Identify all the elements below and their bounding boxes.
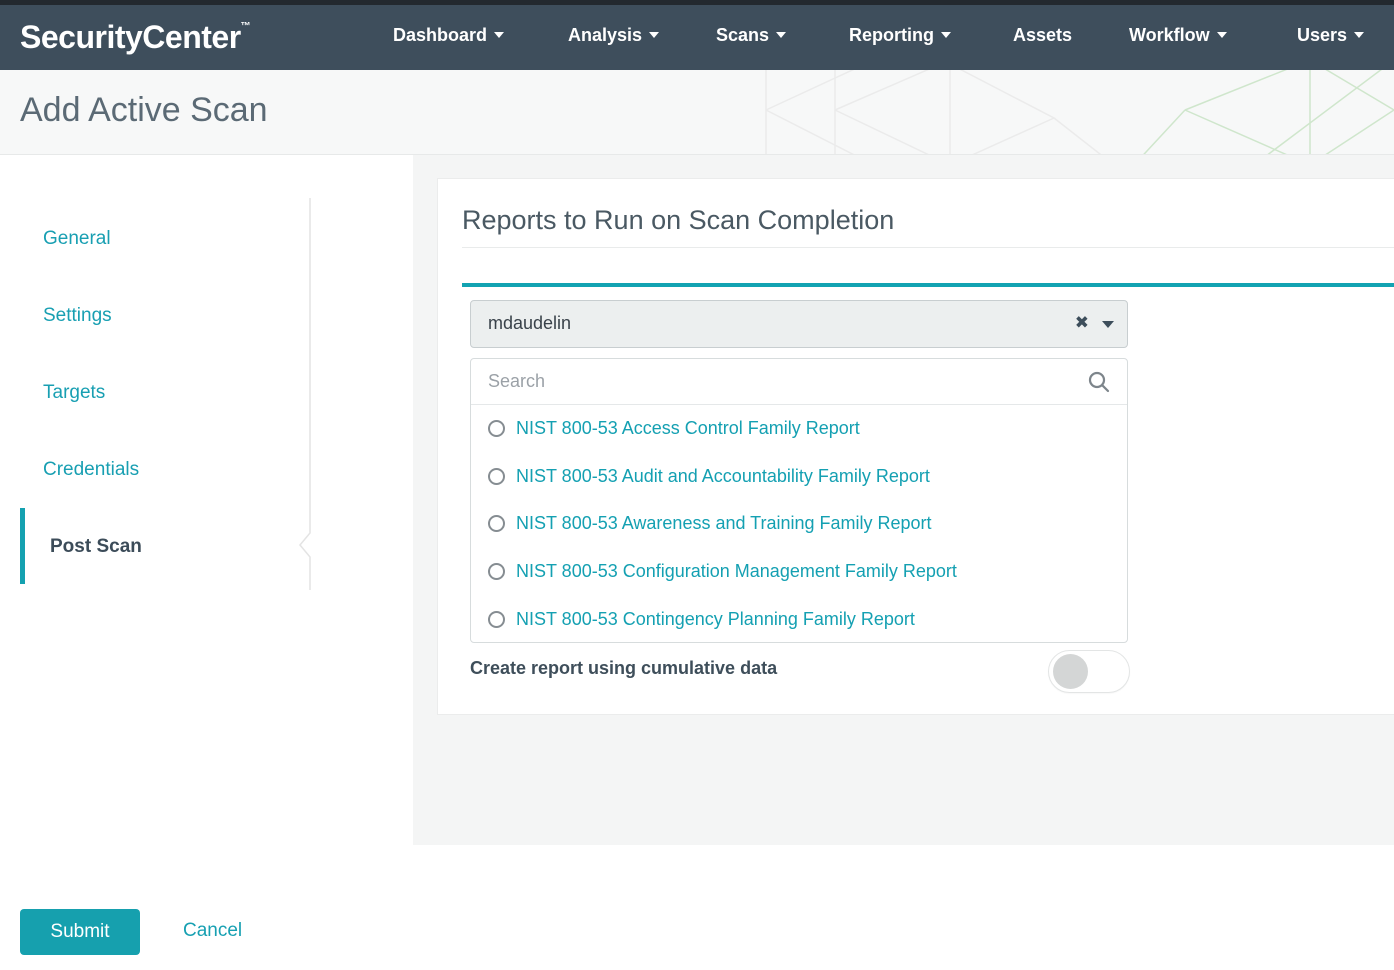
select-caret-down-icon[interactable] — [1102, 321, 1114, 328]
report-user-select-value: mdaudelin — [488, 313, 572, 333]
radio-icon[interactable] — [488, 610, 505, 628]
trademark-symbol: ™ — [240, 21, 251, 32]
clear-selection-icon[interactable]: ✖ — [1075, 313, 1089, 333]
page-header: Add Active Scan — [0, 70, 1394, 155]
chevron-down-icon — [1216, 32, 1227, 39]
nav-item-users[interactable]: Users — [1297, 25, 1365, 46]
chevron-down-icon — [494, 32, 505, 39]
radio-icon[interactable] — [488, 515, 505, 533]
chevron-down-icon — [1354, 32, 1365, 39]
report-option[interactable]: NIST 800-53 Access Control Family Report — [471, 405, 1127, 453]
sidebar-item-general[interactable]: General — [43, 228, 111, 250]
section-title-divider — [462, 247, 1394, 248]
sidebar-divider — [299, 198, 311, 590]
app-logo[interactable]: SecurityCenter™ — [20, 19, 251, 56]
report-options-panel: NIST 800-53 Access Control Family Report… — [470, 358, 1128, 643]
nav-item-reporting[interactable]: Reporting — [849, 25, 951, 46]
chevron-down-icon — [776, 32, 787, 39]
search-icon — [1088, 371, 1110, 393]
toggle-knob — [1053, 654, 1088, 689]
radio-icon[interactable] — [488, 420, 505, 438]
app-logo-text: SecurityCenter — [20, 19, 241, 55]
top-navbar: SecurityCenter™ Dashboard Analysis Scans… — [0, 0, 1394, 70]
report-option[interactable]: NIST 800-53 Contingency Planning Family … — [471, 595, 1127, 643]
report-option[interactable]: NIST 800-53 Awareness and Training Famil… — [471, 500, 1127, 548]
cumulative-data-toggle[interactable] — [1048, 650, 1130, 693]
cumulative-toggle-label: Create report using cumulative data — [470, 658, 778, 678]
submit-button[interactable]: Submit — [20, 909, 140, 955]
chevron-down-icon — [649, 32, 660, 39]
search-row — [471, 359, 1127, 405]
search-input[interactable] — [488, 365, 1068, 397]
nav-item-workflow[interactable]: Workflow — [1129, 25, 1227, 46]
report-user-select[interactable]: mdaudelin ✖ — [470, 300, 1128, 348]
chevron-down-icon — [941, 32, 951, 39]
header-decorative-pattern — [765, 70, 1394, 154]
report-option[interactable]: NIST 800-53 Audit and Accountability Fam… — [471, 453, 1127, 501]
section-title: Reports to Run on Scan Completion — [462, 205, 895, 235]
sidebar-item-post-scan[interactable]: Post Scan — [50, 536, 142, 558]
active-item-indicator — [20, 508, 25, 584]
page-title: Add Active Scan — [20, 91, 268, 129]
nav-item-scans[interactable]: Scans — [716, 25, 787, 46]
radio-icon[interactable] — [488, 467, 505, 485]
report-option[interactable]: NIST 800-53 Configuration Management Fam… — [471, 548, 1127, 596]
securitycenter-app: SecurityCenter™ Dashboard Analysis Scans… — [0, 0, 1394, 970]
nav-item-dashboard[interactable]: Dashboard — [393, 25, 505, 46]
sidebar-item-credentials[interactable]: Credentials — [43, 459, 139, 481]
sidebar-item-settings[interactable]: Settings — [43, 305, 112, 327]
nav-item-analysis[interactable]: Analysis — [568, 25, 660, 46]
nav-item-assets[interactable]: Assets — [1013, 25, 1072, 46]
radio-icon[interactable] — [488, 563, 505, 581]
section-accent-bar — [462, 283, 1394, 287]
sidebar-item-targets[interactable]: Targets — [43, 382, 105, 404]
cancel-button[interactable]: Cancel — [183, 920, 242, 942]
